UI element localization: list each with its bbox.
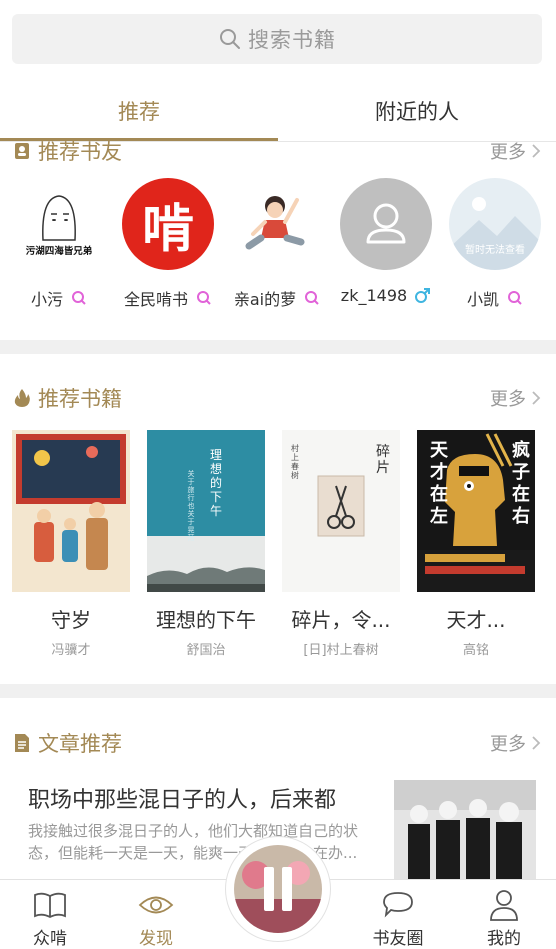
section-gap: [0, 684, 556, 698]
articles-more-link[interactable]: 更多: [490, 730, 542, 756]
cover-text-right: 疯子在右: [512, 440, 530, 527]
friends-section-header: 推荐书友 更多: [0, 131, 556, 171]
search-icon: [220, 29, 240, 49]
fire-icon: [14, 389, 30, 407]
chevron-right-icon: [532, 144, 541, 158]
friend-name: zk_1498: [340, 286, 408, 305]
avatar: 啃: [122, 178, 214, 270]
book-icon: [34, 892, 66, 919]
friend-name: 小污: [30, 290, 63, 309]
book-author: [日]村上春树: [303, 643, 379, 658]
book-item[interactable]: 天才在左 疯子在右 天才... 高铭: [416, 430, 536, 658]
avatar: [340, 178, 432, 270]
chat-icon: [383, 892, 413, 918]
default-avatar-icon: [366, 203, 406, 244]
avatar: 污湖四海皆兄弟: [13, 178, 105, 270]
friend-item[interactable]: 亲ai的萝: [222, 178, 332, 310]
cover-text-left: 天才在左: [430, 440, 448, 527]
book-title: 守岁: [51, 608, 91, 632]
nav-circle[interactable]: 书友圈: [358, 888, 438, 949]
books-more-link[interactable]: 更多: [490, 385, 542, 411]
friend-item[interactable]: 啃 全民啃书: [113, 178, 223, 310]
book-title: 碎片，令...: [291, 608, 391, 632]
book-item[interactable]: 守岁 冯骥才: [11, 430, 131, 658]
friends-list: 污湖四海皆兄弟 小污 啃 全民啃书 亲ai的萝 zk_1498 暂时无法查看 小…: [0, 178, 556, 318]
article-title: 职场中那些混日子的人，后来都: [28, 788, 337, 813]
friend-item[interactable]: 暂时无法查看 小凯: [440, 178, 550, 310]
book-author: 冯骥才: [51, 643, 91, 658]
friends-more-link[interactable]: 更多: [490, 138, 542, 164]
friends-section-title: 推荐书友: [12, 136, 122, 166]
cover-title: 理想的下午: [209, 448, 222, 518]
book-cover: 理想的下午 关于旅行也关于晃荡: [147, 430, 265, 592]
avatar-text: 啃: [141, 199, 194, 260]
book-author: 高铭: [462, 643, 489, 658]
book-item[interactable]: 碎片 村上春树 碎片，令... [日]村上春树: [281, 430, 401, 658]
nav-discover[interactable]: 发现: [116, 888, 196, 949]
articles-section-header: 文章推荐 更多: [0, 723, 556, 763]
document-icon: [15, 734, 29, 752]
eye-icon: [138, 896, 174, 914]
book-item[interactable]: 理想的下午 关于旅行也关于晃荡 理想的下午 舒国治: [146, 430, 266, 658]
friend-name: 亲ai的萝: [233, 290, 297, 309]
male-icon: [415, 287, 431, 303]
screen: 搜索书籍 推荐 附近的人 推荐书友 更多 污湖四海皆兄弟 小污 啃 全民啃书 亲…: [0, 0, 556, 949]
section-gap: [0, 340, 556, 354]
friend-item[interactable]: 污湖四海皆兄弟 小污: [4, 178, 114, 310]
female-icon: [305, 291, 319, 305]
article-thumbnail: [394, 780, 536, 880]
friends-icon: [15, 143, 29, 159]
articles-section-title: 文章推荐: [12, 728, 122, 758]
book-cover: [12, 430, 130, 592]
books-section-header: 推荐书籍 更多: [0, 378, 556, 418]
image-placeholder-icon: 暂时无法查看: [449, 197, 541, 270]
book-title: 理想的下午: [156, 608, 256, 632]
center-action-image[interactable]: [234, 845, 322, 933]
avatar-text: 暂时无法查看: [465, 243, 525, 256]
chevron-right-icon: [532, 736, 541, 750]
person-icon: [490, 890, 518, 921]
friend-item[interactable]: zk_1498: [331, 178, 441, 305]
avatar: 暂时无法查看: [449, 178, 541, 270]
female-icon: [197, 291, 211, 305]
search-placeholder: 搜索书籍: [248, 28, 336, 52]
scissors-icon: [317, 475, 365, 537]
nav-home[interactable]: 众啃: [10, 888, 90, 949]
books-section-title: 推荐书籍: [12, 383, 122, 413]
avatar-text: 污湖四海皆兄弟: [26, 245, 93, 257]
book-cover: 天才在左 疯子在右: [417, 430, 535, 592]
female-icon: [72, 291, 86, 305]
nav-me[interactable]: 我的: [464, 888, 544, 949]
book-title: 天才...: [446, 608, 506, 632]
friend-name: 小凯: [466, 290, 499, 309]
female-icon: [508, 291, 522, 305]
book-author: 舒国治: [186, 643, 226, 658]
search-bar[interactable]: 搜索书籍: [12, 14, 542, 64]
friend-name: 全民啃书: [123, 290, 188, 309]
book-cover: 碎片 村上春树: [282, 430, 400, 592]
article-summary: 我接触过很多混日子的人，他们大都知道自己的状态，但能耗一天是一天，能爽一天是一天…: [28, 822, 359, 862]
avatar: [231, 178, 323, 270]
books-list: 守岁 冯骥才 理想的下午 关于旅行也关于晃荡 理想的下午 舒国治 碎片 村上春树: [0, 430, 556, 660]
cover-subtitle: 关于旅行也关于晃荡: [187, 470, 195, 542]
chevron-right-icon: [532, 391, 541, 405]
